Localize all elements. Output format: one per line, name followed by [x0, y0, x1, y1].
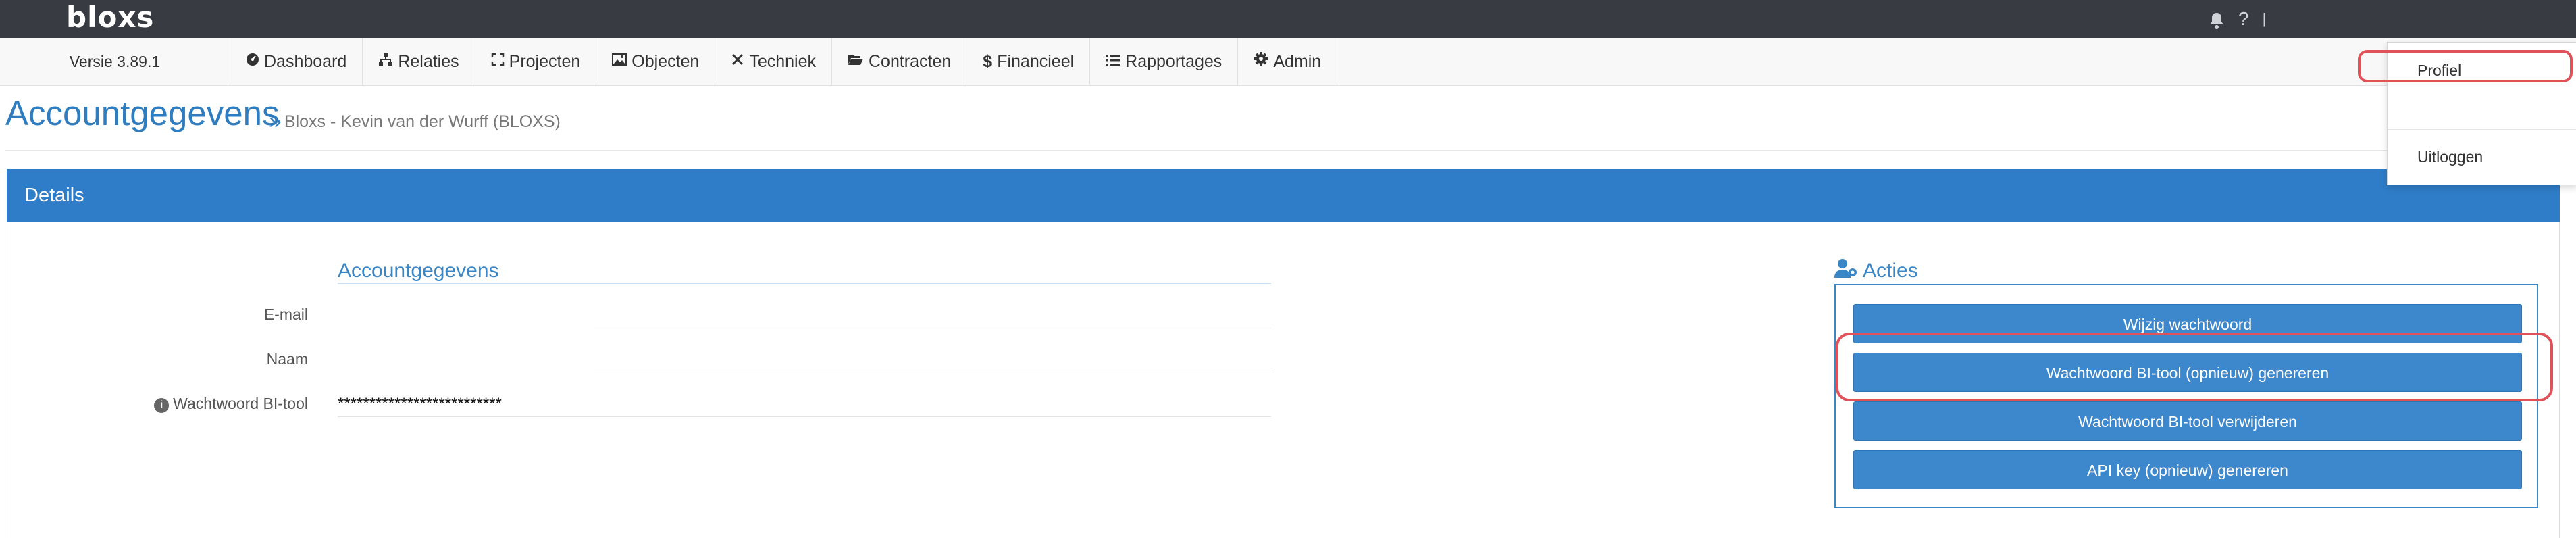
nav-label: Rapportages — [1125, 52, 1222, 71]
nav-label: Financieel — [997, 52, 1075, 71]
nav-item-financieel[interactable]: $ Financieel — [967, 38, 1089, 85]
actions-title-text: Acties — [1863, 260, 1918, 282]
wrench-icon — [731, 38, 744, 85]
breadcrumb-separator: » — [269, 108, 282, 134]
nav-item-admin[interactable]: Admin — [1237, 38, 1338, 85]
generate-api-key-button[interactable]: API key (opnieuw) genereren — [1853, 450, 2522, 489]
nav-label: Admin — [1273, 52, 1322, 71]
main-navbar: Versie 3.89.1 Dashboard Relaties Project… — [0, 38, 2576, 86]
details-panel-header: Details — [7, 169, 2560, 222]
breadcrumb-text: Bloxs - Kevin van der Wurff (BLOXS) — [284, 112, 561, 131]
top-bar: bloxs ? | — [0, 0, 2576, 38]
info-icon[interactable]: i — [154, 398, 170, 413]
nav-label: Contracten — [869, 52, 952, 71]
highlight-annotation — [2358, 50, 2573, 82]
sitemap-icon — [378, 38, 393, 85]
list-icon — [1106, 38, 1121, 85]
nav-label: Projecten — [509, 52, 581, 71]
nav-item-contracten[interactable]: Contracten — [831, 38, 967, 85]
bloxs-logo[interactable]: bloxs — [66, 0, 154, 38]
bi-password-field — [338, 416, 1271, 417]
nav-label: Techniek — [749, 52, 816, 71]
user-gear-icon — [1834, 258, 1859, 284]
nav-item-projecten[interactable]: Projecten — [474, 38, 596, 85]
nav-menu: Dashboard Relaties Projecten Objecten Te… — [230, 38, 1338, 85]
bell-icon[interactable] — [2209, 0, 2225, 38]
version-label: Versie 3.89.1 — [69, 53, 161, 70]
nav-label: Objecten — [632, 52, 700, 71]
nav-item-objecten[interactable]: Objecten — [596, 38, 715, 85]
highlight-annotation — [1836, 333, 2553, 401]
email-label: E-mail — [263, 305, 308, 323]
nav-item-relaties[interactable]: Relaties — [362, 38, 474, 85]
top-icons: ? | — [2209, 0, 2266, 38]
folder-open-icon — [848, 38, 864, 85]
name-label: Naam — [266, 350, 308, 368]
delete-bi-password-button[interactable]: Wachtwoord BI-tool verwijderen — [1853, 401, 2522, 441]
nav-label: Dashboard — [264, 52, 347, 71]
nav-item-dashboard[interactable]: Dashboard — [230, 38, 362, 85]
logout-menu-item[interactable]: Uitloggen — [2417, 148, 2483, 166]
dropdown-divider — [2388, 129, 2576, 130]
bi-password-value: ************************** — [338, 395, 502, 413]
nav-item-rapportages[interactable]: Rapportages — [1089, 38, 1237, 85]
bi-password-label-text: Wachtwoord BI-tool — [173, 395, 308, 412]
bi-password-label: i Wachtwoord BI-tool — [154, 395, 308, 413]
dollar-icon: $ — [983, 52, 993, 71]
expand-icon — [491, 38, 505, 85]
header-divider — [5, 150, 2557, 151]
account-section-divider — [338, 283, 1271, 284]
breadcrumb: » Bloxs - Kevin van der Wurff (BLOXS) — [269, 108, 561, 134]
nav-label: Relaties — [398, 52, 459, 71]
gear-icon — [1254, 38, 1268, 85]
dashboard-icon — [246, 38, 259, 85]
question-icon[interactable]: ? — [2238, 0, 2249, 38]
user-menu-toggle[interactable]: | — [2263, 0, 2267, 38]
page-title: Accountgegevens — [5, 94, 280, 132]
account-section-title: Accountgegevens — [338, 260, 499, 282]
actions-section-title: Acties — [1834, 258, 1918, 284]
image-icon — [612, 38, 627, 85]
nav-item-techniek[interactable]: Techniek — [715, 38, 831, 85]
